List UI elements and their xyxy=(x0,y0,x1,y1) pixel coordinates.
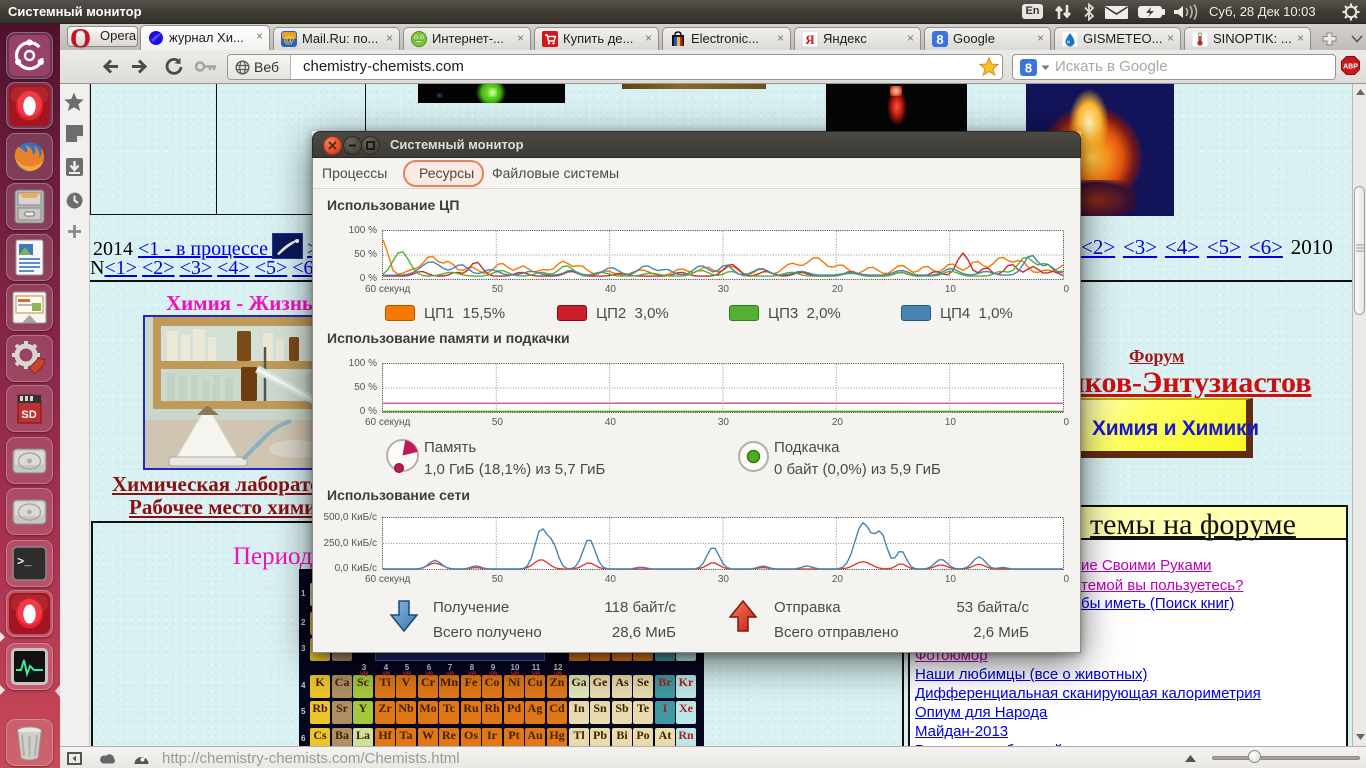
svg-text:8: 8 xyxy=(936,32,943,47)
svg-text:ABP: ABP xyxy=(1343,64,1358,71)
svg-text:SD: SD xyxy=(21,409,36,421)
svg-text:>_: >_ xyxy=(17,555,32,569)
svg-text:8: 8 xyxy=(1025,61,1032,76)
svg-text:Я: Я xyxy=(805,32,815,47)
svg-text:@: @ xyxy=(284,34,295,46)
